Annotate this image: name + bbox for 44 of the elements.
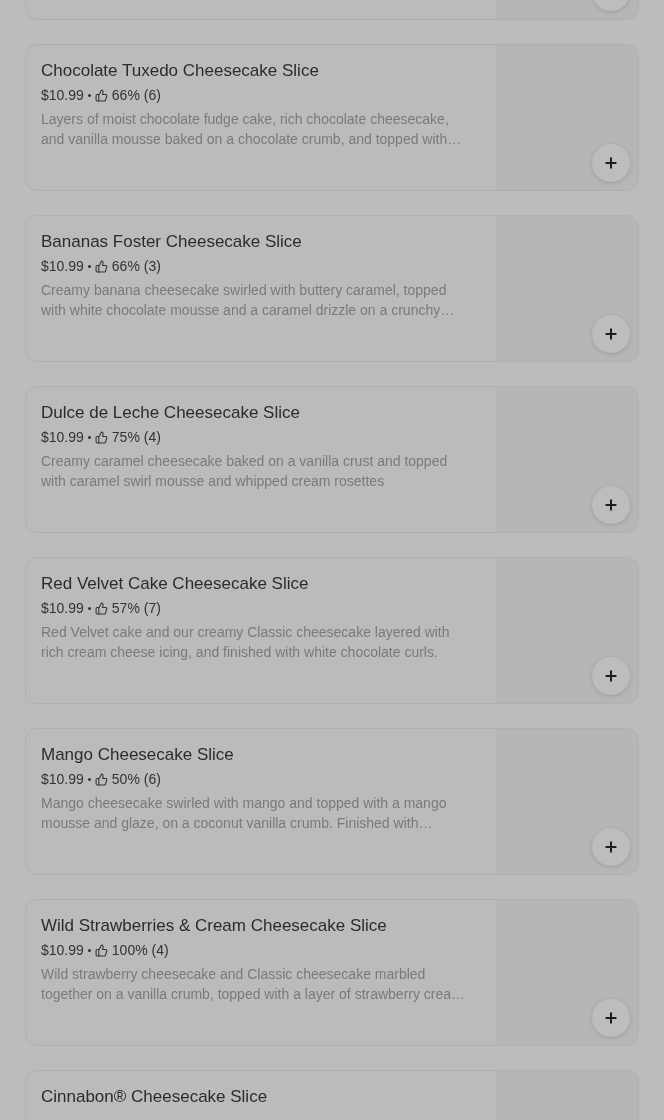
item-rating: 66% (6) <box>111 86 161 105</box>
item-description: Wild strawberry cheesecake and Classic cheesecake marbled together on a vanilla crumb, topped with a layer of strawberry crea… <box>41 965 467 1004</box>
item-title: Mango Cheesecake Slice <box>41 744 235 766</box>
item-price: $10.99 <box>41 86 84 105</box>
item-title: Red Velvet Cake Cheesecake Slice <box>41 573 310 595</box>
item-title: Dulce de Leche Cheesecake Slice <box>41 402 301 424</box>
thumbs-up-icon <box>94 943 108 957</box>
menu-item-card[interactable]: Wild Strawberries & Cream Cheesecake Slice $10.99 100% (4) Wild strawberry cheesecake and Classic cheesecake marbled together on a vanilla crumb, topped with a layer of strawberry crea… <box>25 899 639 1046</box>
item-rating: 75% (4) <box>111 428 161 447</box>
item-description: Red Velvet cake and our creamy Classic cheesecake layered with rich cream cheese icing, and finished with white chocolate curls. <box>41 623 451 662</box>
plus-icon <box>603 326 619 342</box>
menu-item-card[interactable]: Red Velvet Cake Cheesecake Slice $10.99 57% (7) Red Velvet cake and our creamy Classic cheesecake layered with rich cream cheese icing, and finished with white chocolate curls. <box>25 557 639 704</box>
item-rating: 57% (7) <box>111 599 161 618</box>
menu-item-card[interactable]: Cinnabon® Cheesecake Slice <box>25 1070 639 1120</box>
thumbs-up-icon <box>94 259 108 273</box>
plus-icon <box>603 497 619 513</box>
item-title: Bananas Foster Cheesecake Slice <box>41 231 303 253</box>
menu-item-card[interactable]: Dulce de Leche Cheesecake Slice $10.99 75% (4) Creamy caramel cheesecake baked on a vanilla crust and topped with caramel swirl mousse and whipped cream rosettes <box>25 386 639 533</box>
item-description: Mango cheesecake swirled with mango and topped with a mango mousse and glaze, on a coconut vanilla crumb. Finished with… <box>41 794 448 833</box>
plus-icon <box>603 1010 619 1026</box>
menu-item-card[interactable]: Mango Cheesecake Slice $10.99 50% (6) Mango cheesecake swirled with mango and topped with a mango mousse and glaze, on a coconut vanilla crumb. Finished with… <box>25 728 639 875</box>
plus-icon <box>603 668 619 684</box>
item-description: Creamy caramel cheesecake baked on a vanilla crust and topped with caramel swirl mousse and whipped cream rosettes <box>41 452 449 491</box>
item-rating: 100% (4) <box>111 941 169 960</box>
item-description: Creamy banana cheesecake swirled with buttery caramel, topped with white chocolate mousse and a caramel drizzle on a crunchy… <box>41 281 456 320</box>
thumbs-up-icon <box>94 88 108 102</box>
thumbs-up-icon <box>94 772 108 786</box>
menu-item-card[interactable]: Chocolate Tuxedo Cheesecake Slice $10.99 66% (6) Layers of moist chocolate fudge cake, rich chocolate cheesecake, and vanilla mousse baked on a chocolate crumb, and topped with… <box>25 44 639 191</box>
item-price: $10.99 <box>41 599 84 618</box>
item-description: Layers of moist chocolate fudge cake, rich chocolate cheesecake, and vanilla mousse baked on a chocolate crumb, and topped with… <box>41 110 463 149</box>
item-price: $10.99 <box>41 428 84 447</box>
thumbs-up-icon <box>94 430 108 444</box>
item-title: Chocolate Tuxedo Cheesecake Slice <box>41 60 320 82</box>
plus-icon <box>603 839 619 855</box>
plus-icon <box>603 155 619 171</box>
item-title: Wild Strawberries & Cream Cheesecake Slice <box>41 915 388 937</box>
item-rating: 66% (3) <box>111 257 161 276</box>
item-price: $10.99 <box>41 941 84 960</box>
item-price: $10.99 <box>41 770 84 789</box>
item-price: $10.99 <box>41 257 84 276</box>
item-rating: 50% (6) <box>111 770 161 789</box>
item-title: Cinnabon® Cheesecake Slice <box>41 1086 269 1108</box>
menu-item-card[interactable]: Bananas Foster Cheesecake Slice $10.99 66% (3) Creamy banana cheesecake swirled with buttery caramel, topped with white chocolate mousse and a caramel drizzle on a crunchy… <box>25 215 639 362</box>
thumbs-up-icon <box>94 601 108 615</box>
